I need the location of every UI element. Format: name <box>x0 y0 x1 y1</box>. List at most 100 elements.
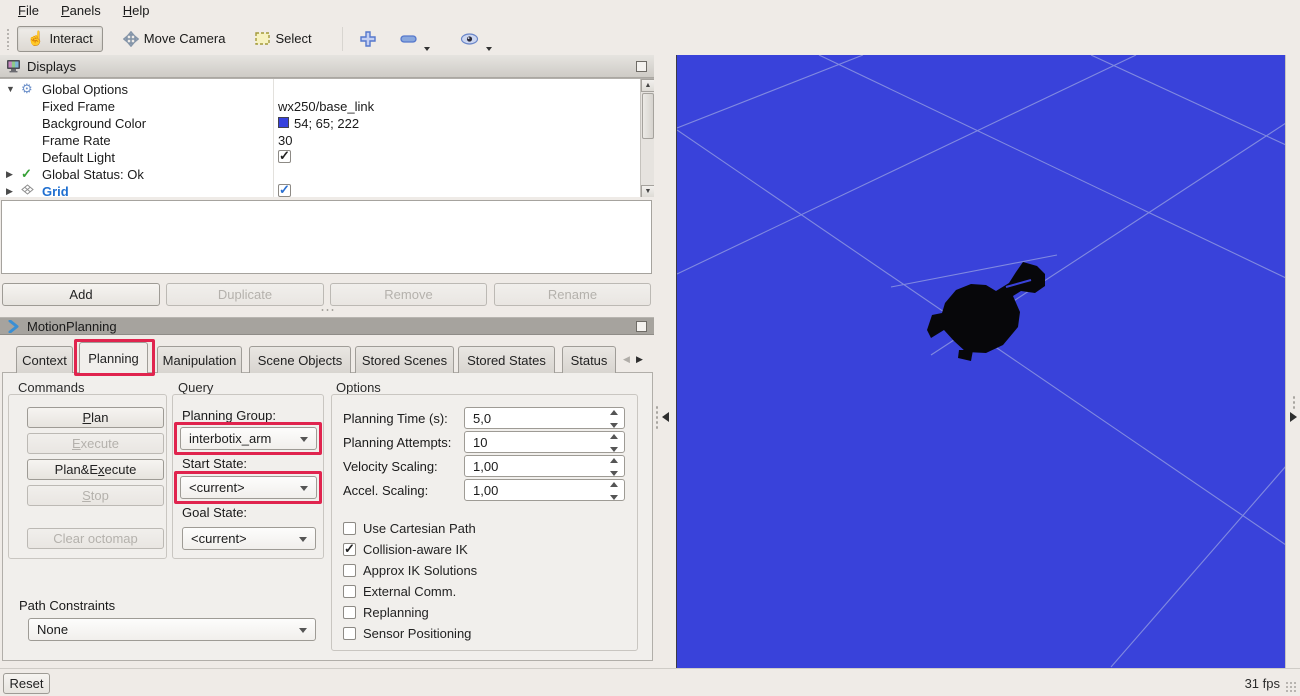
interact-label: Interact <box>49 31 92 46</box>
rviz-window: File Panels Help ☝ Interact Move Camera … <box>0 0 1300 696</box>
grid-checkbox[interactable] <box>278 184 291 197</box>
accel-scaling-spinbox[interactable]: 1,00 <box>464 479 625 501</box>
zoom-in-button[interactable] <box>353 26 383 52</box>
eye-visibility-icon <box>460 32 479 46</box>
zoom-in-plus-icon <box>360 31 376 47</box>
interact-tool-button[interactable]: ☝ Interact <box>17 26 103 52</box>
duplicate-display-button: Duplicate <box>166 283 324 306</box>
tab-manipulation[interactable]: Manipulation <box>157 346 242 373</box>
tree-row-fixed-frame[interactable]: Fixed Frame wx250/base_link <box>0 98 640 115</box>
spinner-arrows-icon[interactable] <box>608 434 620 452</box>
toolbar-drag-handle[interactable] <box>6 28 11 50</box>
move-camera-tool-button[interactable]: Move Camera <box>113 26 236 52</box>
sensor-positioning-checkbox[interactable] <box>343 627 356 640</box>
select-label: Select <box>275 31 311 46</box>
tree-row-frame-rate[interactable]: Frame Rate 30 <box>0 132 640 149</box>
tree-row-global-status[interactable]: ▶ ✓ Global Status: Ok <box>0 166 640 183</box>
motionplanning-float-button[interactable] <box>636 321 647 332</box>
planning-time-spinbox[interactable]: 5,0 <box>464 407 625 429</box>
tab-stored-states[interactable]: Stored States <box>458 346 555 373</box>
zoom-out-button[interactable] <box>393 26 443 52</box>
collapse-left-panel-icon[interactable] <box>662 412 669 422</box>
chevron-down-icon <box>300 486 308 491</box>
tab-context[interactable]: Context <box>16 346 73 373</box>
displays-float-button[interactable] <box>636 61 647 72</box>
planning-group-dropdown[interactable]: interbotix_arm <box>180 427 317 450</box>
tree-row-global-options[interactable]: ▼ ⚙ Global Options <box>0 81 640 98</box>
motionplanning-panel-title: MotionPlanning <box>27 319 117 334</box>
use-cartesian-path-checkbox[interactable] <box>343 522 356 535</box>
velocity-scaling-spinbox[interactable]: 1,00 <box>464 455 625 477</box>
planning-attempts-spinbox[interactable]: 10 <box>464 431 625 453</box>
motionplanning-tabbar: Context Planning Manipulation Scene Obje… <box>0 341 654 372</box>
spinner-arrows-icon[interactable] <box>608 482 620 500</box>
menu-help[interactable]: Help <box>113 1 160 21</box>
chevron-down-icon <box>300 437 308 442</box>
scroll-down-icon[interactable]: ▼ <box>641 185 654 197</box>
expand-right-panel-icon[interactable] <box>1290 412 1297 422</box>
3d-viewport[interactable] <box>676 55 1285 668</box>
select-tool-button[interactable]: Select <box>245 26 321 52</box>
frame-rate-value[interactable]: 30 <box>278 133 292 148</box>
external-comm-checkbox[interactable] <box>343 585 356 598</box>
scrollbar-thumb[interactable] <box>642 93 654 139</box>
collapse-arrow-icon[interactable]: ▼ <box>6 84 15 94</box>
scroll-up-icon[interactable]: ▲ <box>641 79 654 92</box>
commands-section-label: Commands <box>18 380 84 395</box>
tree-row-background-color[interactable]: Background Color 54; 65; 222 <box>0 115 640 132</box>
menu-file[interactable]: File <box>8 1 49 21</box>
background-color-value[interactable]: 54; 65; 222 <box>294 116 359 131</box>
spinner-arrows-icon[interactable] <box>608 410 620 428</box>
menu-panels[interactable]: Panels <box>51 1 111 21</box>
menu-bar: File Panels Help <box>0 0 1300 22</box>
start-state-dropdown[interactable]: <current> <box>180 476 317 499</box>
moveit-icon <box>8 320 20 333</box>
tree-row-default-light[interactable]: Default Light <box>0 149 640 166</box>
gear-icon: ⚙ <box>21 81 33 97</box>
fixed-frame-value[interactable]: wx250/base_link <box>278 99 374 114</box>
collision-aware-ik-checkbox[interactable] <box>343 543 356 556</box>
tree-row-grid[interactable]: ▶ Grid <box>0 183 640 197</box>
reset-button[interactable]: Reset <box>3 673 50 694</box>
approx-ik-solutions-checkbox[interactable] <box>343 564 356 577</box>
plan-and-execute-button[interactable]: Plan & Execute <box>27 459 164 480</box>
motionplanning-panel-header[interactable]: MotionPlanning <box>0 317 654 335</box>
default-light-checkbox[interactable] <box>278 150 291 163</box>
display-description-area <box>1 200 652 274</box>
panel-splitter-handle[interactable] <box>320 308 336 313</box>
displays-tree[interactable]: ▼ ⚙ Global Options Fixed Frame wx250/bas… <box>0 78 654 197</box>
accel-scaling-label: Accel. Scaling: <box>343 483 428 498</box>
toolbar: ☝ Interact Move Camera Select <box>0 22 1300 55</box>
color-swatch[interactable] <box>278 117 289 128</box>
options-section-label: Options <box>336 380 381 395</box>
zoom-out-caret-icon[interactable] <box>424 47 430 51</box>
displays-panel-header[interactable]: Displays <box>0 55 654 78</box>
right-splitter[interactable] <box>1285 55 1300 668</box>
tab-stored-scenes[interactable]: Stored Scenes <box>355 346 454 373</box>
toolbar-separator <box>342 27 343 51</box>
plan-button[interactable]: Plan <box>27 407 164 428</box>
tab-scroll-right-icon[interactable]: ▶ <box>634 352 645 366</box>
planning-attempts-label: Planning Attempts: <box>343 435 451 450</box>
goal-state-dropdown[interactable]: <current> <box>182 527 316 550</box>
path-constraints-dropdown[interactable]: None <box>28 618 316 641</box>
window-resize-grip[interactable] <box>1285 681 1297 693</box>
tab-status[interactable]: Status <box>562 346 616 373</box>
tab-scroll-left-icon[interactable]: ◀ <box>621 352 632 366</box>
visibility-button[interactable] <box>453 26 505 52</box>
ground-grid-lines <box>677 55 1286 667</box>
zoom-out-minus-icon <box>400 33 417 45</box>
green-check-icon: ✓ <box>21 166 32 182</box>
displays-panel-title: Displays <box>27 59 76 74</box>
left-splitter[interactable] <box>654 55 676 668</box>
expand-arrow-icon[interactable]: ▶ <box>6 169 13 180</box>
replanning-checkbox[interactable] <box>343 606 356 619</box>
visibility-caret-icon[interactable] <box>486 47 492 51</box>
tab-scene-objects[interactable]: Scene Objects <box>249 346 351 373</box>
tree-scrollbar[interactable]: ▲ ▼ <box>640 79 654 197</box>
tab-planning[interactable]: Planning <box>79 342 148 373</box>
add-display-button[interactable]: Add <box>2 283 160 306</box>
rename-display-button: Rename <box>494 283 651 306</box>
expand-arrow-icon[interactable]: ▶ <box>6 186 13 197</box>
spinner-arrows-icon[interactable] <box>608 458 620 476</box>
